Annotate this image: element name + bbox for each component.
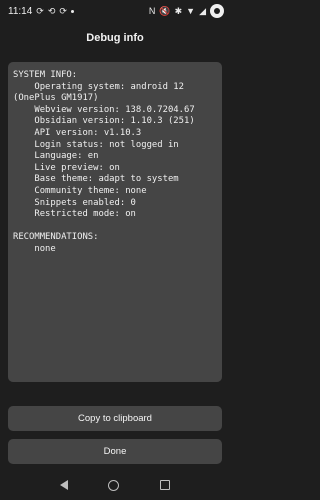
status-bar: 11:14 ⟳ ⟲ ⟳ N 🔇 ✱ ▼ ◢ [0,0,230,22]
status-time: 11:14 [8,5,33,17]
status-left: 11:14 ⟳ ⟲ ⟳ [8,6,74,17]
battery-icon [210,4,224,18]
sync-icon: ⟳ [36,5,44,16]
done-button[interactable]: Done [8,439,222,464]
home-icon[interactable] [108,479,120,491]
debug-info-text[interactable]: SYSTEM INFO: Operating system: android 1… [8,62,222,382]
sync-icon: ⟲ [47,5,56,16]
nfc-icon: N [148,5,156,16]
sync-icon: ⟳ [59,5,67,16]
copy-to-clipboard-button[interactable]: Copy to clipboard [8,406,222,431]
page-title: Debug info [86,32,144,44]
navigation-bar [0,470,230,500]
dot-icon [70,9,74,13]
back-icon[interactable] [60,480,69,490]
status-right: N 🔇 ✱ ▼ ◢ [149,4,224,18]
signal-icon: ◢ [199,5,206,16]
recents-icon[interactable] [159,480,170,490]
bluetooth-icon: ✱ [174,5,183,16]
wifi-icon: ▼ [186,5,196,16]
mute-icon: 🔇 [159,5,171,16]
